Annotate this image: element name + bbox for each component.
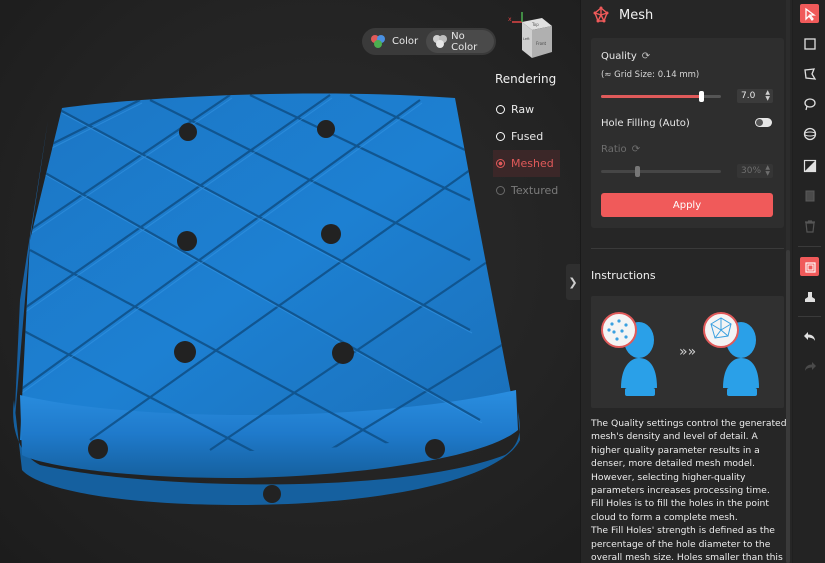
rendering-option-fused[interactable]: Fused <box>495 123 565 150</box>
color-label: Color <box>392 36 419 47</box>
color-mode-toggle: Color No Color <box>362 28 496 55</box>
select-icon <box>804 7 816 21</box>
collapse-panel-button[interactable]: ❯ <box>566 264 580 300</box>
rectangle-select-button[interactable] <box>800 34 819 53</box>
rendering-option-label: Raw <box>511 103 535 116</box>
no-color-label: No Color <box>451 30 478 53</box>
rendering-option-meshed[interactable]: Meshed <box>493 150 560 177</box>
sphere-select-button[interactable] <box>800 124 819 143</box>
cube-side-label: Left <box>523 37 530 41</box>
trash-icon <box>804 219 815 233</box>
radio-icon <box>496 132 505 141</box>
ratio-stepper[interactable]: 30% ▲ ▼ <box>737 164 773 178</box>
redo-button[interactable] <box>800 356 819 375</box>
scanned-mesh-model <box>13 93 520 505</box>
rendering-option-label: Fused <box>511 130 544 143</box>
no-color-circles-icon <box>433 34 448 49</box>
svg-text:x: x <box>508 16 512 23</box>
instructions-paragraph: The Fill Holes' strength is defined as t… <box>591 525 783 563</box>
instructions-paragraph: The Quality settings control the generat… <box>591 418 787 497</box>
rendering-mode-group: Rendering Raw Fused Meshed Textured <box>493 72 565 204</box>
radio-icon <box>496 105 505 114</box>
instructions-illustration: »» <box>591 296 784 408</box>
rendering-option-label: Textured <box>511 184 559 197</box>
undo-icon <box>803 331 815 341</box>
mesh-panel: Mesh Quality ⟳ (≈ Grid Size: 0.14 mm) 7.0… <box>580 0 792 563</box>
redo-icon <box>804 361 816 371</box>
rectangle-select-icon <box>803 37 816 50</box>
stamp-button[interactable] <box>800 287 819 306</box>
polygon-select-button[interactable] <box>800 64 819 83</box>
crop-icon <box>804 261 816 273</box>
rendering-title: Rendering <box>495 72 557 86</box>
crop-button[interactable] <box>800 257 819 276</box>
rendering-option-raw[interactable]: Raw <box>495 96 565 123</box>
grid-size-text: (≈ Grid Size: 0.14 mm) <box>601 70 700 80</box>
toolbar-separator <box>798 246 821 247</box>
delete-button[interactable] <box>800 216 819 235</box>
color-circles-icon <box>371 34 387 49</box>
instructions-title: Instructions <box>591 269 656 282</box>
ratio-slider-thumb[interactable] <box>635 166 640 177</box>
lasso-select-icon <box>803 97 816 110</box>
ratio-value: 30% <box>741 166 762 176</box>
ratio-label-row: Ratio ⟳ <box>601 144 640 155</box>
toolbar-separator <box>798 316 821 317</box>
instructions-paragraph: Fill Holes is to fill the holes in the p… <box>591 498 769 523</box>
panel-scrollbar[interactable] <box>786 0 790 563</box>
mesh-parameters: Quality ⟳ (≈ Grid Size: 0.14 mm) 7.0 ▲ ▼ H… <box>591 38 784 228</box>
quality-value: 7.0 <box>741 91 756 101</box>
quality-label-row: Quality ⟳ <box>601 51 650 62</box>
quality-slider[interactable] <box>601 91 721 102</box>
panel-title: Mesh <box>619 7 654 23</box>
ratio-slider[interactable] <box>601 166 721 177</box>
lasso-select-button[interactable] <box>800 94 819 113</box>
quality-slider-fill <box>601 95 701 98</box>
undo-button[interactable] <box>800 326 819 345</box>
invert-selection-button[interactable] <box>800 156 819 175</box>
mesh-icon <box>593 6 609 23</box>
arrow-icon: »» <box>679 344 696 360</box>
3d-viewport[interactable]: Color No Color x Top Front Left Renderin… <box>0 0 580 563</box>
rendering-option-textured[interactable]: Textured <box>495 177 565 204</box>
hole-filling-toggle[interactable] <box>755 118 772 127</box>
cube-front-label: Front <box>536 41 547 46</box>
stamp-icon <box>804 291 815 302</box>
radio-icon <box>496 186 505 195</box>
scrollbar-thumb[interactable] <box>786 250 790 563</box>
panel-header: Mesh <box>581 0 792 30</box>
cube-top-label: Top <box>531 22 539 27</box>
eraser-button[interactable] <box>800 186 819 205</box>
sphere-select-icon <box>803 127 816 140</box>
eraser-icon <box>805 190 814 201</box>
hole-filling-label: Hole Filling (Auto) <box>601 118 690 129</box>
color-button[interactable]: Color <box>364 30 426 53</box>
view-cube[interactable]: x Top Front Left <box>508 12 556 62</box>
quality-slider-thumb[interactable] <box>698 91 704 102</box>
invert-selection-icon <box>803 159 816 172</box>
rendering-option-label: Meshed <box>511 157 554 170</box>
quality-stepper[interactable]: 7.0 ▲ ▼ <box>737 89 773 103</box>
ratio-label: Ratio <box>601 144 627 155</box>
quality-label: Quality <box>601 51 637 62</box>
chevron-right-icon: ❯ <box>568 275 578 289</box>
reset-quality-icon[interactable]: ⟳ <box>642 51 650 62</box>
apply-button[interactable]: Apply <box>601 193 773 217</box>
divider <box>591 248 784 249</box>
stepper-arrows-icon[interactable]: ▲ ▼ <box>765 90 770 102</box>
polygon-select-icon <box>803 67 816 80</box>
toggle-knob <box>756 119 763 126</box>
stepper-arrows-icon[interactable]: ▲ ▼ <box>765 165 770 177</box>
reset-ratio-icon[interactable]: ⟳ <box>632 144 640 155</box>
no-color-button[interactable]: No Color <box>426 30 494 53</box>
select-tool-button[interactable] <box>800 4 819 23</box>
right-toolbar <box>793 0 825 563</box>
radio-checked-icon <box>496 159 505 168</box>
instructions-text: The Quality settings control the generat… <box>591 417 787 563</box>
